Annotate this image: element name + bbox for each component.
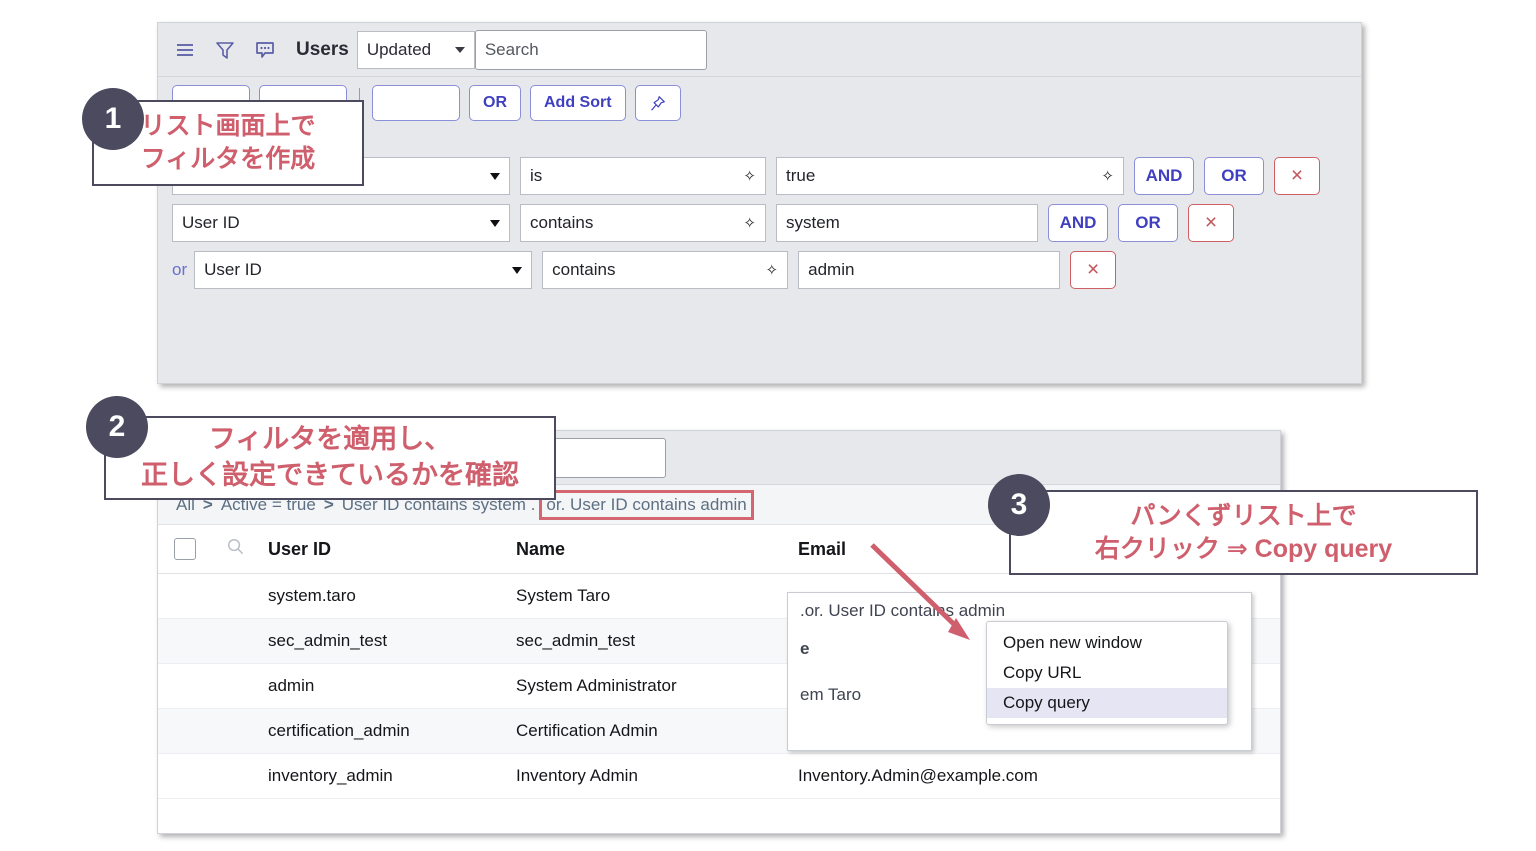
annotation-callout-3: パンくずリスト上で 右クリック ⇒ Copy query — [1009, 490, 1478, 575]
triangle-down-icon — [490, 219, 500, 227]
annotation-callout-2: フィルタを適用し、 正しく設定できているかを確認 — [104, 416, 556, 500]
search-column-header — [226, 525, 268, 574]
chevron-down-icon: ✧ — [743, 167, 756, 185]
filter-field-value-3: User ID — [204, 260, 262, 279]
menu-item-copy-url[interactable]: Copy URL — [987, 658, 1227, 688]
annotation-badge-3: 3 — [988, 474, 1050, 536]
page-title: Users — [296, 38, 349, 60]
cell-user-id[interactable]: admin — [268, 663, 516, 709]
annotation-3-line-2: 右クリック ⇒ Copy query — [1094, 534, 1393, 563]
annotation-1-line-1: リスト画面上で — [140, 112, 316, 140]
filter-icon[interactable] — [212, 37, 238, 63]
filter-operator-select-1[interactable]: is ✧ — [520, 157, 766, 195]
triangle-down-icon — [490, 172, 500, 180]
cell-name: sec_admin_test — [516, 618, 798, 664]
cell-name: System Administrator — [516, 663, 798, 709]
or-button-2[interactable]: OR — [1118, 204, 1178, 242]
or-button-1[interactable]: OR — [1204, 157, 1264, 195]
filter-value-3: admin — [808, 260, 855, 279]
annotation-badge-2: 2 — [86, 396, 148, 458]
triangle-down-icon — [512, 266, 523, 274]
chevron-down-icon: ✧ — [1101, 167, 1114, 185]
filter-operator-select-2[interactable]: contains ✧ — [520, 204, 766, 242]
column-header-name[interactable]: Name — [516, 525, 798, 574]
filter-value-select-1[interactable]: true ✧ — [776, 157, 1124, 195]
cell-user-id[interactable]: inventory_admin — [268, 753, 516, 799]
pin-icon[interactable] — [634, 85, 681, 121]
breadcrumb-highlight[interactable]: or. User ID contains admin — [539, 489, 754, 520]
select-all-checkbox[interactable] — [174, 538, 196, 560]
filter-panel-toolbar: Users Updated Search — [158, 23, 1361, 77]
row-spacer-cell — [226, 753, 268, 799]
filter-value-input-3[interactable]: admin — [798, 251, 1061, 289]
chevron-down-icon — [454, 46, 465, 53]
row-checkbox-cell[interactable] — [158, 708, 226, 754]
comment-icon[interactable] — [252, 37, 278, 63]
cell-user-id[interactable]: system.taro — [268, 573, 516, 619]
row-checkbox-cell[interactable] — [158, 618, 226, 664]
filter-field-select-3[interactable]: User ID — [194, 251, 533, 289]
menu-item-copy-query[interactable]: Copy query — [987, 688, 1227, 718]
filter-operator-value-3: contains — [552, 260, 616, 279]
or-button[interactable]: OR — [469, 85, 521, 121]
annotation-2-line-1: フィルタを適用し、 — [208, 424, 452, 455]
row-spacer-cell — [226, 708, 268, 754]
table-row[interactable]: inventory_admin Inventory Admin Inventor… — [158, 753, 1280, 799]
cell-email: Inventory.Admin@example.com — [798, 753, 1280, 799]
row-checkbox-cell[interactable] — [158, 663, 226, 709]
row-spacer-cell — [226, 618, 268, 664]
context-menu: Open new window Copy URL Copy query — [986, 621, 1228, 725]
filter-field-value-2: User ID — [182, 213, 240, 232]
filter-operator-select-3[interactable]: contains ✧ — [542, 251, 789, 289]
annotation-badge-1: 1 — [82, 88, 144, 150]
menu-item-open-new-window[interactable]: Open new window — [987, 628, 1227, 658]
and-button-2[interactable]: AND — [1048, 204, 1108, 242]
column-header-user-id[interactable]: User ID — [268, 525, 516, 574]
cell-user-id[interactable]: sec_admin_test — [268, 618, 516, 664]
filter-operator-value-2: contains — [530, 213, 594, 232]
or-prefix-label: or — [172, 260, 188, 279]
annotation-2-line-2: 正しく設定できているかを確認 — [141, 460, 519, 490]
annotation-3-line-1: パンくずリスト上で — [1130, 501, 1357, 530]
sort-select-value: Updated — [366, 39, 432, 59]
remove-row-button-1[interactable]: × — [1274, 157, 1320, 195]
cell-name: System Taro — [516, 573, 798, 619]
row-checkbox-cell[interactable] — [158, 753, 226, 799]
filter-value-input-2[interactable]: system — [776, 204, 1038, 242]
sort-select[interactable]: Updated — [356, 30, 475, 69]
annotation-1-line-2: フィルタを作成 — [140, 145, 316, 173]
row-checkbox-cell[interactable] — [158, 573, 226, 619]
cell-name: Inventory Admin — [516, 753, 798, 799]
filter-row-3: or User ID contains ✧ admin × — [172, 251, 1347, 289]
search-input[interactable]: Search — [474, 29, 707, 70]
cell-user-id[interactable]: certification_admin — [268, 708, 516, 754]
filter-value-2: system — [786, 213, 840, 232]
remove-row-button-3[interactable]: × — [1070, 251, 1117, 289]
filter-value-1: true — [786, 166, 816, 185]
magnifier-icon[interactable] — [226, 538, 245, 560]
search-placeholder: Search — [484, 39, 539, 59]
menu-icon[interactable] — [172, 37, 198, 63]
filter-row-2: User ID contains ✧ system AND OR × — [172, 204, 1347, 242]
filter-field-select-2[interactable]: User ID — [172, 204, 510, 242]
cell-name: Certification Admin — [516, 708, 798, 754]
filter-operator-value-1: is — [530, 166, 543, 185]
chevron-down-icon: ✧ — [765, 261, 779, 279]
and-button-1[interactable]: AND — [1134, 157, 1194, 195]
add-sort-button[interactable]: Add Sort — [530, 85, 626, 121]
remove-row-button-2[interactable]: × — [1188, 204, 1234, 242]
select-all-header — [158, 525, 226, 574]
row-spacer-cell — [226, 663, 268, 709]
filter-builder-panel: Users Updated Search OR Add Sort e met A… — [157, 22, 1362, 384]
row-spacer-cell — [226, 573, 268, 619]
chevron-down-icon: ✧ — [743, 214, 756, 232]
hidden-button-3[interactable] — [372, 85, 460, 121]
